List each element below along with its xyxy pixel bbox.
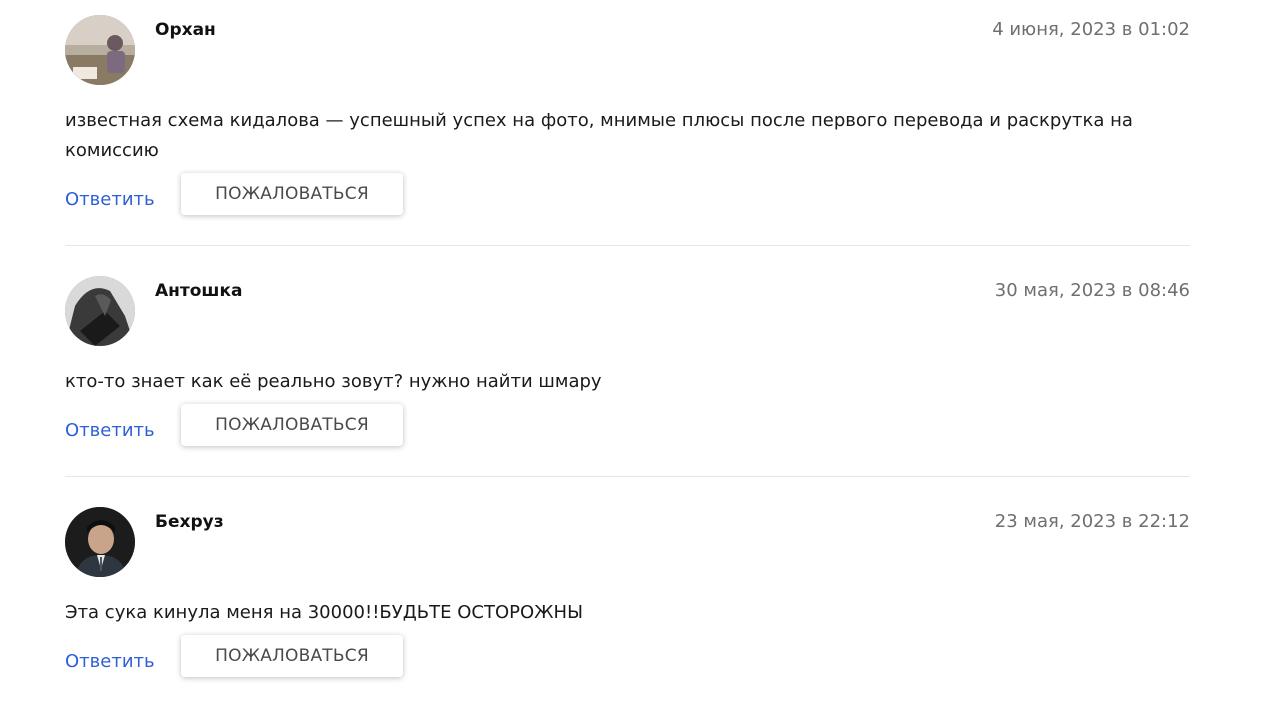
report-button[interactable]: ПОЖАЛОВАТЬСЯ [181,635,403,677]
comment-item: Бехруз 23 мая, 2023 в 22:12 Эта сука кин… [65,477,1190,708]
avatar-photo-icon [65,507,135,577]
reply-link[interactable]: Ответить [65,420,155,441]
comment-text: Эта сука кинула меня на 30000!!БУДЬТЕ ОС… [65,602,583,623]
comment-item: Антошка 30 мая, 2023 в 08:46 кто-то знае… [65,246,1190,477]
avatar[interactable] [65,507,135,577]
reply-link[interactable]: Ответить [65,189,155,210]
comment-date: 23 мая, 2023 в 22:12 [994,511,1190,532]
reply-link[interactable]: Ответить [65,651,155,672]
report-button[interactable]: ПОЖАЛОВАТЬСЯ [181,404,403,446]
comment-text: известная схема кидалова — успешный успе… [65,110,1133,161]
comment-author: Бехруз [155,512,224,532]
comment-date: 4 июня, 2023 в 01:02 [992,19,1190,40]
comment-author: Орхан [155,20,216,40]
avatar[interactable] [65,15,135,85]
comment-author: Антошка [155,281,243,301]
comment-item: Орхан 4 июня, 2023 в 01:02 известная схе… [65,0,1190,246]
avatar-photo-icon [65,276,135,346]
avatar[interactable] [65,276,135,346]
comments-list: Орхан 4 июня, 2023 в 01:02 известная схе… [65,0,1190,708]
comment-date: 30 мая, 2023 в 08:46 [994,280,1190,301]
comment-text: кто-то знает как её реально зовут? нужно… [65,371,602,392]
report-button[interactable]: ПОЖАЛОВАТЬСЯ [181,173,403,215]
avatar-photo-icon [65,15,135,85]
